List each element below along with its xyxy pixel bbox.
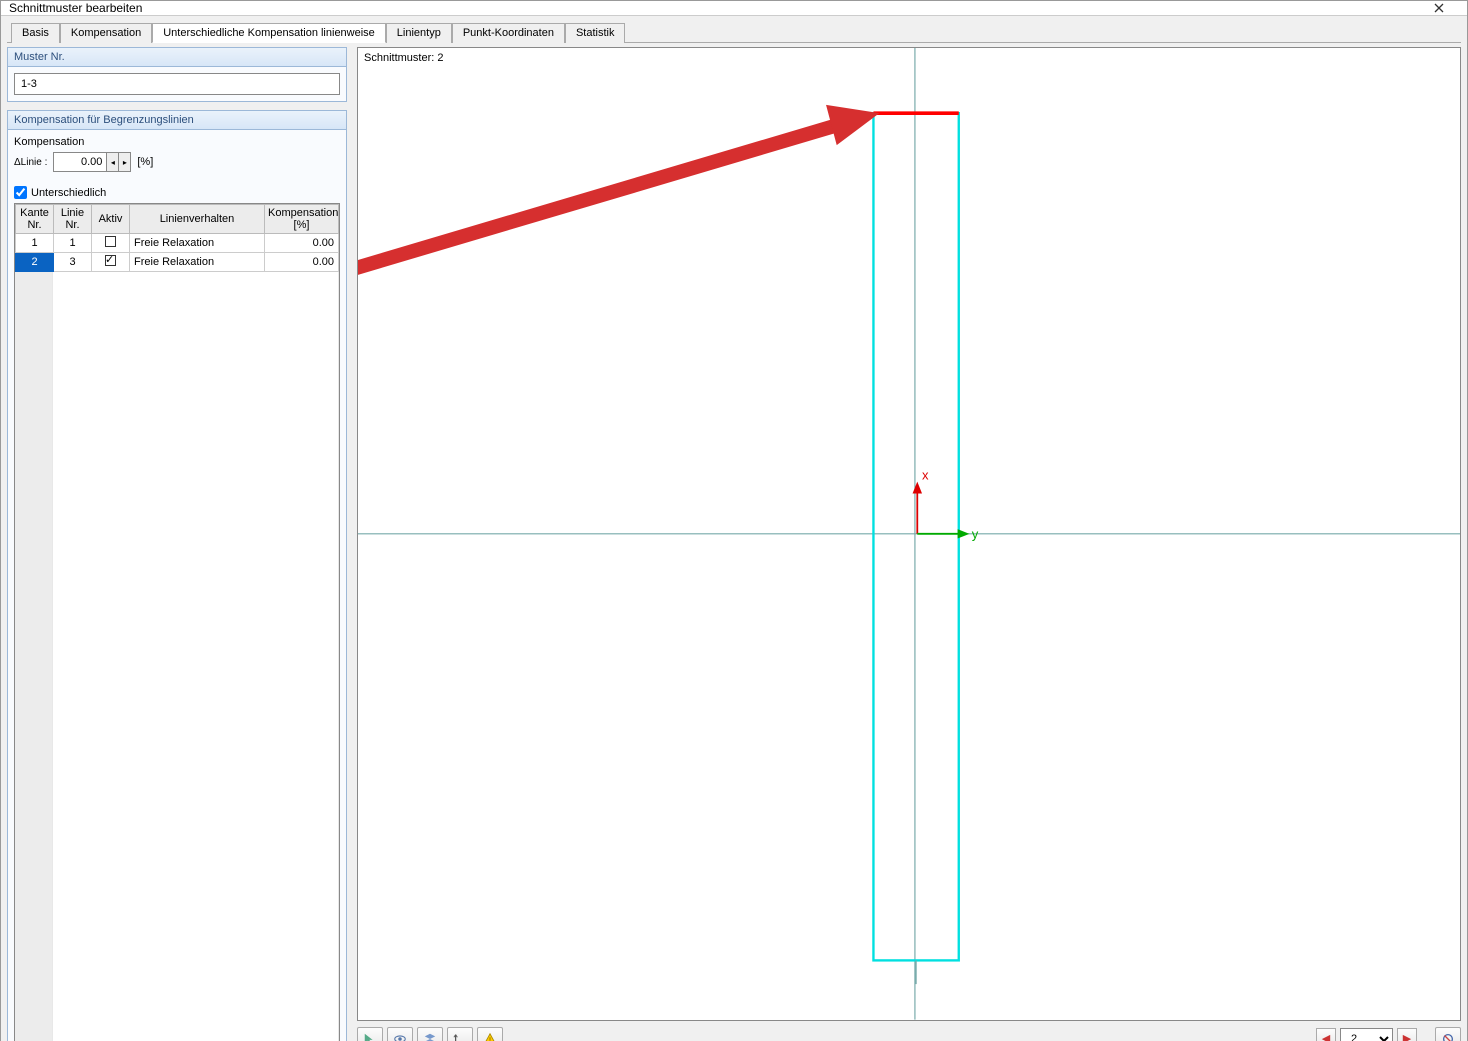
cell-kante: 2 <box>16 253 54 272</box>
tab-basis[interactable]: Basis <box>11 23 60 43</box>
window-title: Schnittmuster bearbeiten <box>9 1 1419 15</box>
svg-text:x: x <box>922 467 929 482</box>
tabstrip: Basis Kompensation Unterschiedliche Komp… <box>7 22 1461 43</box>
kompensation-group: Kompensation ΔLinie : ◂ ▸ [%] <box>7 130 347 1041</box>
muster-group <box>7 67 347 102</box>
preview-prev-button[interactable]: ◀ <box>1316 1028 1336 1041</box>
tab-statistik[interactable]: Statistik <box>565 23 626 43</box>
unterschiedlich-checkbox[interactable] <box>14 186 27 199</box>
cell-komp[interactable]: 0.00 <box>265 253 339 272</box>
preview-viewport[interactable]: Schnittmuster: 2 <box>357 47 1461 1021</box>
delta-spin-up[interactable]: ▸ <box>119 152 131 172</box>
right-panel: Schnittmuster: 2 <box>357 47 1461 1041</box>
tool-select-icon[interactable] <box>357 1027 383 1041</box>
kompensation-label: Kompensation <box>14 136 340 148</box>
dialog-window: Schnittmuster bearbeiten Basis Kompensat… <box>0 0 1468 1041</box>
delta-row: ΔLinie : ◂ ▸ [%] <box>14 152 340 172</box>
tab-kompensation[interactable]: Kompensation <box>60 23 152 43</box>
cell-linie[interactable]: 3 <box>54 253 92 272</box>
col-verhalten[interactable]: Linienverhalten <box>130 205 265 234</box>
delta-spin-down[interactable]: ◂ <box>107 152 119 172</box>
preview-toolbar: ◀ 2 ▶ <box>357 1025 1461 1041</box>
titlebar: Schnittmuster bearbeiten <box>1 1 1467 16</box>
col-kante[interactable]: Kante Nr. <box>16 205 54 234</box>
preview-canvas: x y <box>358 48 1460 1020</box>
cell-kante: 1 <box>16 234 54 253</box>
muster-header: Muster Nr. <box>7 47 347 67</box>
delta-unit: [%] <box>137 156 153 168</box>
grid-empty-area <box>15 272 339 1041</box>
table-row[interactable]: 1 1 Freie Relaxation 0.00 <box>16 234 339 253</box>
tab-punkt-koordinaten[interactable]: Punkt-Koordinaten <box>452 23 565 43</box>
dialog-body: Basis Kompensation Unterschiedliche Komp… <box>1 16 1467 1041</box>
cell-linie[interactable]: 1 <box>54 234 92 253</box>
cell-verhalten[interactable]: Freie Relaxation <box>130 234 265 253</box>
unterschiedlich-row[interactable]: Unterschiedlich <box>14 186 340 199</box>
preview-label: Schnittmuster: 2 <box>364 52 443 64</box>
svg-text:y: y <box>972 527 979 542</box>
cell-verhalten[interactable]: Freie Relaxation <box>130 253 265 272</box>
delta-label: ΔLinie : <box>14 157 47 168</box>
kompensation-header: Kompensation für Begrenzungslinien <box>7 110 347 130</box>
muster-nr-input[interactable] <box>14 73 340 95</box>
close-button[interactable] <box>1419 1 1459 15</box>
tool-axes-icon[interactable] <box>447 1027 473 1041</box>
left-panel: Muster Nr. Kompensation für Begrenzungsl… <box>7 47 347 1041</box>
col-linie[interactable]: Linie Nr. <box>54 205 92 234</box>
col-aktiv[interactable]: Aktiv <box>92 205 130 234</box>
preview-next-button[interactable]: ▶ <box>1397 1028 1417 1041</box>
content-row: Muster Nr. Kompensation für Begrenzungsl… <box>7 43 1461 1041</box>
annotation-arrow <box>358 105 879 285</box>
tab-linientyp[interactable]: Linientyp <box>386 23 452 43</box>
unterschiedlich-label: Unterschiedlich <box>31 187 106 199</box>
table-row[interactable]: 2 3 Freie Relaxation 0.00 <box>16 253 339 272</box>
tab-unterschiedliche-kompensation[interactable]: Unterschiedliche Kompensation linienweis… <box>152 23 386 43</box>
cell-aktiv[interactable] <box>92 234 130 253</box>
cell-aktiv[interactable] <box>92 253 130 272</box>
lines-grid[interactable]: Kante Nr. Linie Nr. Aktiv Linienverhalte… <box>14 203 340 1041</box>
cell-komp[interactable]: 0.00 <box>265 234 339 253</box>
tool-settings-icon[interactable] <box>1435 1027 1461 1041</box>
delta-input[interactable] <box>53 152 107 172</box>
tool-layers-icon[interactable] <box>417 1027 443 1041</box>
preview-index-select[interactable]: 2 <box>1340 1028 1393 1041</box>
tool-eye-icon[interactable] <box>387 1027 413 1041</box>
tool-warning-icon[interactable] <box>477 1027 503 1041</box>
col-komp[interactable]: Kompensation [%] <box>265 205 339 234</box>
